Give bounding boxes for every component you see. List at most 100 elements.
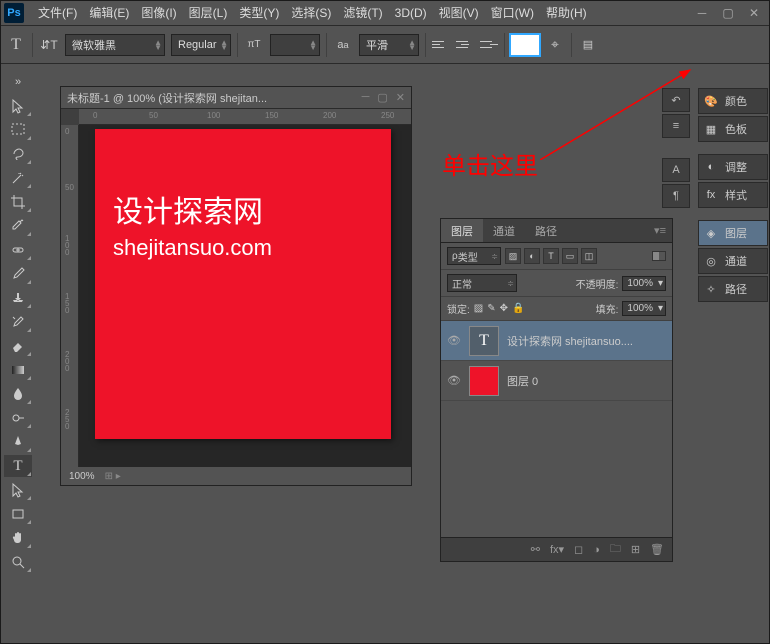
dock-properties-icon[interactable]: ≡: [662, 114, 690, 138]
filter-type-icon[interactable]: T: [543, 248, 559, 264]
canvas-area[interactable]: 设计探索网 shejitansuo.com: [79, 125, 411, 467]
panel-channels[interactable]: ◎通道: [698, 248, 768, 274]
menu-select[interactable]: 选择(S): [285, 0, 337, 25]
marquee-tool[interactable]: [4, 119, 32, 141]
align-left-button[interactable]: [432, 36, 450, 54]
character-panel-icon[interactable]: ▤: [578, 35, 598, 55]
menu-image[interactable]: 图像(I): [135, 0, 182, 25]
lock-all-icon[interactable]: 🔒: [512, 303, 524, 314]
menu-layer[interactable]: 图层(L): [183, 0, 234, 25]
layer-fx-icon[interactable]: fx▾: [550, 543, 564, 556]
menu-view[interactable]: 视图(V): [433, 0, 485, 25]
lasso-tool[interactable]: [4, 143, 32, 165]
layer-item[interactable]: 👁 T 设计探索网 shejitansuo....: [441, 321, 672, 361]
dock-character-icon[interactable]: A: [662, 158, 690, 182]
layer-thumbnail[interactable]: T: [469, 326, 499, 356]
doc-maximize-icon[interactable]: ▢: [377, 91, 387, 104]
filter-smart-icon[interactable]: ◫: [581, 248, 597, 264]
rectangle-tool[interactable]: [4, 503, 32, 525]
doc-close-icon[interactable]: ✕: [396, 91, 405, 104]
blend-mode-dropdown[interactable]: 正常≑: [447, 274, 517, 292]
ruler-vertical[interactable]: 0 50 1 0 0 1 5 0 2 0 0 2 5 0: [61, 125, 79, 467]
font-size-icon[interactable]: πT: [244, 35, 264, 55]
zoom-level[interactable]: 100%: [69, 471, 95, 482]
tab-channels[interactable]: 通道: [483, 219, 525, 242]
font-family-dropdown[interactable]: 微软雅黑 ▲▼: [65, 34, 165, 56]
link-layers-icon[interactable]: ⚯: [531, 543, 540, 556]
clone-stamp-tool[interactable]: [4, 287, 32, 309]
menu-help[interactable]: 帮助(H): [540, 0, 593, 25]
gradient-tool[interactable]: [4, 359, 32, 381]
doc-minimize-icon[interactable]: ─: [362, 91, 370, 104]
dock-history-icon[interactable]: ↶: [662, 88, 690, 112]
blur-tool[interactable]: [4, 383, 32, 405]
tab-paths[interactable]: 路径: [525, 219, 567, 242]
lock-transparency-icon[interactable]: ▨: [474, 303, 483, 314]
path-selection-tool[interactable]: [4, 479, 32, 501]
new-group-icon[interactable]: 🗀: [610, 540, 621, 559]
doc-info-icon[interactable]: ⊞ ▸: [105, 471, 121, 482]
filter-toggle[interactable]: [652, 251, 666, 261]
expand-tools[interactable]: »: [4, 71, 32, 93]
text-color-swatch[interactable]: [511, 35, 539, 55]
crop-tool[interactable]: [4, 191, 32, 213]
visibility-icon[interactable]: 👁: [447, 334, 461, 348]
dodge-tool[interactable]: [4, 407, 32, 429]
panel-paths[interactable]: ✧路径: [698, 276, 768, 302]
panel-swatches[interactable]: ▦色板: [698, 116, 768, 142]
layer-name[interactable]: 图层 0: [507, 373, 538, 389]
lock-position-icon[interactable]: ✥: [500, 303, 508, 314]
history-brush-tool[interactable]: [4, 311, 32, 333]
new-layer-icon[interactable]: ⊞: [631, 543, 640, 556]
magic-wand-tool[interactable]: [4, 167, 32, 189]
move-tool[interactable]: [4, 95, 32, 117]
tab-layers[interactable]: 图层: [441, 219, 483, 242]
hand-tool[interactable]: [4, 527, 32, 549]
font-size-dropdown[interactable]: ▲▼: [270, 34, 320, 56]
layer-mask-icon[interactable]: ◻: [574, 543, 583, 556]
layer-item[interactable]: 👁 图层 0: [441, 361, 672, 401]
lock-image-icon[interactable]: ✎: [487, 303, 495, 314]
delete-layer-icon[interactable]: 🗑: [650, 543, 664, 556]
panel-layers[interactable]: ◈图层: [698, 220, 768, 246]
filter-adjust-icon[interactable]: ◐: [524, 248, 540, 264]
menu-filter[interactable]: 滤镜(T): [337, 0, 388, 25]
warp-text-icon[interactable]: ⌖: [545, 35, 565, 55]
healing-brush-tool[interactable]: [4, 239, 32, 261]
panel-styles[interactable]: fx样式: [698, 182, 768, 208]
anti-alias-dropdown[interactable]: 平滑 ▲▼: [359, 34, 419, 56]
ruler-horizontal[interactable]: 0 50 100 150 200 250: [79, 109, 411, 125]
zoom-tool[interactable]: [4, 551, 32, 573]
font-style-dropdown[interactable]: Regular ▲▼: [171, 34, 231, 56]
align-center-button[interactable]: [456, 36, 474, 54]
canvas[interactable]: 设计探索网 shejitansuo.com: [95, 129, 391, 439]
maximize-button[interactable]: ▢: [716, 4, 740, 22]
close-button[interactable]: ✕: [742, 4, 766, 22]
document-tab[interactable]: 未标题-1 @ 100% (设计探索网 shejitan... ─▢✕: [61, 87, 411, 109]
pen-tool[interactable]: [4, 431, 32, 453]
brush-tool[interactable]: [4, 263, 32, 285]
text-orientation-icon[interactable]: ⇵T: [39, 35, 59, 55]
menu-edit[interactable]: 编辑(E): [83, 0, 135, 25]
panel-color[interactable]: 🎨颜色: [698, 88, 768, 114]
layer-name[interactable]: 设计探索网 shejitansuo....: [507, 333, 633, 349]
eraser-tool[interactable]: [4, 335, 32, 357]
filter-kind-dropdown[interactable]: ρ 类型≑: [447, 247, 501, 265]
menu-type[interactable]: 类型(Y): [233, 0, 285, 25]
menu-3d[interactable]: 3D(D): [389, 2, 433, 24]
type-tool[interactable]: T: [4, 455, 32, 477]
filter-shape-icon[interactable]: ▭: [562, 248, 578, 264]
visibility-icon[interactable]: 👁: [447, 374, 461, 388]
menu-file[interactable]: 文件(F): [32, 0, 83, 25]
layer-thumbnail[interactable]: [469, 366, 499, 396]
eyedropper-tool[interactable]: [4, 215, 32, 237]
fill-input[interactable]: 100%▾: [622, 301, 666, 316]
align-right-button[interactable]: [480, 36, 498, 54]
panel-menu-icon[interactable]: ▾≡: [648, 219, 672, 242]
minimize-button[interactable]: ─: [690, 4, 714, 22]
menu-window[interactable]: 窗口(W): [485, 0, 540, 25]
dock-paragraph-icon[interactable]: ¶: [662, 184, 690, 208]
opacity-input[interactable]: 100%▾: [622, 276, 666, 291]
filter-pixel-icon[interactable]: ▨: [505, 248, 521, 264]
fill-adjust-icon[interactable]: ◑: [593, 544, 600, 556]
